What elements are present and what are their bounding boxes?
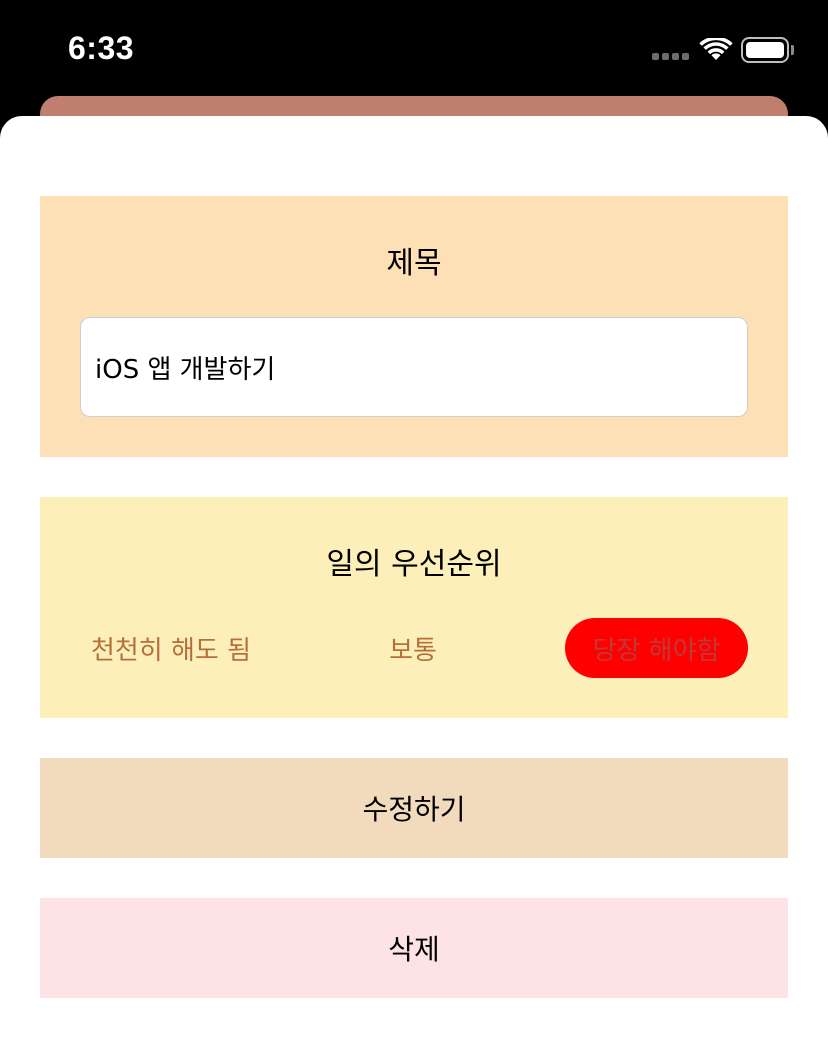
title-input[interactable] — [80, 317, 748, 417]
priority-option-normal[interactable]: 보통 — [353, 618, 473, 678]
edit-task-sheet: 제목 일의 우선순위 천천히 해도 됨 보통 당장 해야함 수정하기 삭제 — [0, 116, 828, 1056]
wifi-icon — [699, 38, 733, 60]
priority-section: 일의 우선순위 천천히 해도 됨 보통 당장 해야함 — [40, 497, 788, 718]
cellular-signal-icon — [652, 53, 692, 61]
priority-option-low[interactable]: 천천히 해도 됨 — [80, 618, 262, 678]
edit-button[interactable]: 수정하기 — [40, 758, 788, 858]
title-heading: 제목 — [386, 246, 442, 281]
battery-icon — [741, 37, 789, 63]
status-time: 6:33 — [68, 30, 135, 66]
status-bar: 6:33 — [0, 0, 828, 100]
priority-heading: 일의 우선순위 — [326, 547, 502, 582]
battery-nub — [791, 45, 794, 55]
title-section: 제목 — [40, 196, 788, 457]
priority-option-urgent[interactable]: 당장 해야함 — [565, 618, 748, 678]
battery-level-fill — [746, 42, 784, 58]
delete-button[interactable]: 삭제 — [40, 898, 788, 998]
